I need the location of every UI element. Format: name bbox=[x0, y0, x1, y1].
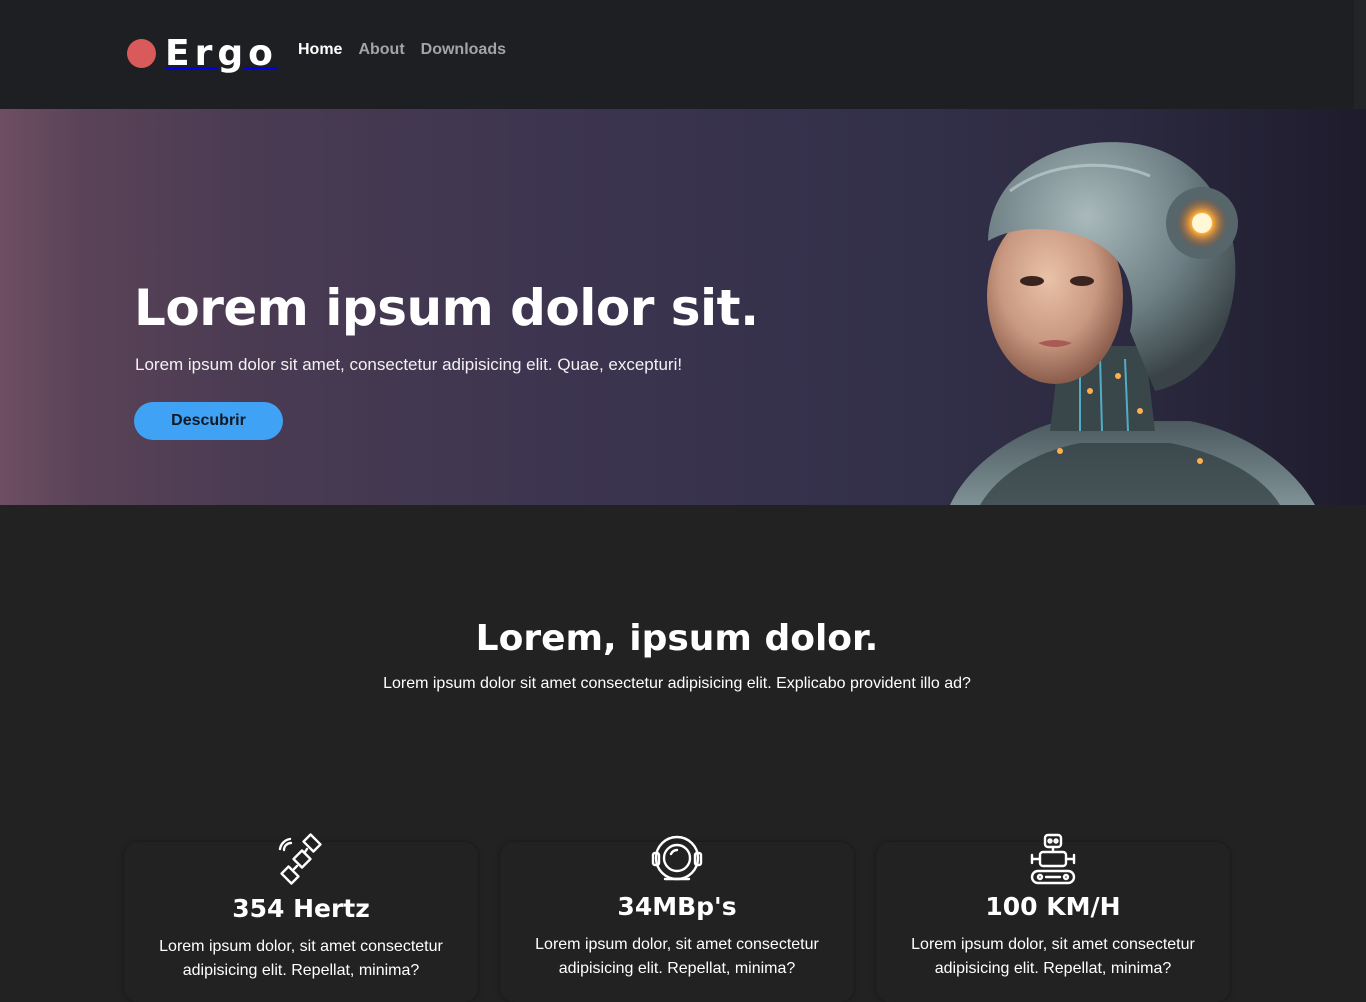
brand-dot-icon bbox=[127, 38, 156, 68]
feature-card: 354 Hertz Lorem ipsum dolor, sit amet co… bbox=[124, 833, 478, 1002]
robot-woman-portrait bbox=[950, 142, 1315, 505]
hero-subtitle: Lorem ipsum dolor sit amet, consectetur … bbox=[135, 355, 683, 374]
features-title: Lorem, ipsum dolor. bbox=[475, 618, 879, 659]
nav-link-about[interactable]: About bbox=[358, 41, 404, 58]
card-text: Lorem ipsum dolor, sit amet consectetur … bbox=[535, 936, 819, 977]
card-text: Lorem ipsum dolor, sit amet consectetur … bbox=[159, 938, 443, 979]
astronaut-helmet-icon bbox=[651, 835, 703, 881]
feature-card: 34MBp's Lorem ipsum dolor, sit amet cons… bbox=[500, 835, 854, 1002]
brand-name: Ergo bbox=[165, 32, 278, 74]
features-subtitle: Lorem ipsum dolor sit amet consectetur a… bbox=[383, 675, 971, 692]
nav-link-downloads[interactable]: Downloads bbox=[421, 41, 506, 58]
card-text: Lorem ipsum dolor, sit amet consectetur … bbox=[911, 936, 1195, 977]
nav-item-home: Home bbox=[298, 41, 342, 59]
card-title: 100 KM/H bbox=[985, 892, 1121, 921]
page-edge bbox=[1354, 0, 1366, 109]
satellite-icon bbox=[278, 833, 322, 885]
feature-card: 100 KM/H Lorem ipsum dolor, sit amet con… bbox=[876, 833, 1230, 1002]
brand-logo[interactable]: Ergo bbox=[127, 28, 278, 78]
card-title: 34MBp's bbox=[617, 892, 737, 921]
nav-link-home[interactable]: Home bbox=[298, 41, 342, 58]
nav-item-about: About bbox=[358, 41, 404, 59]
navbar: Ergo Home About Downloads bbox=[0, 0, 1354, 109]
robot-icon bbox=[1030, 833, 1076, 885]
discover-button[interactable]: Descubrir bbox=[134, 402, 283, 440]
hero-section: Lorem ipsum dolor sit. Lorem ipsum dolor… bbox=[0, 109, 1366, 505]
hero-title: Lorem ipsum dolor sit. bbox=[134, 279, 759, 337]
main-nav: Home About Downloads bbox=[298, 41, 506, 59]
card-title: 354 Hertz bbox=[232, 894, 370, 923]
nav-item-downloads: Downloads bbox=[421, 41, 506, 59]
